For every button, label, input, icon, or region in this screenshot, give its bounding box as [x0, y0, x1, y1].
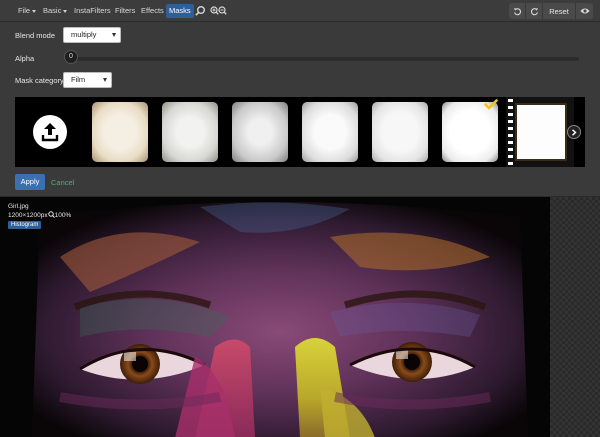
undo-icon: [513, 7, 521, 15]
upload-mask-button[interactable]: [15, 97, 85, 167]
history-buttons: Reset: [509, 3, 593, 19]
mask-thumb[interactable]: [506, 97, 574, 167]
mask-thumb[interactable]: [226, 97, 294, 167]
mask-category-select[interactable]: Film: [63, 72, 112, 88]
alpha-label: Alpha: [15, 54, 35, 63]
preview-button[interactable]: [576, 3, 593, 19]
photo: [0, 197, 550, 437]
mask-category-label: Mask category: [15, 76, 64, 85]
image-info: Girl.jpg 1200×1200px 100% Histogram: [8, 202, 71, 229]
menu-instafilters[interactable]: InstaFilters: [71, 4, 114, 18]
apply-button[interactable]: Apply: [15, 174, 45, 190]
upload-icon: [33, 115, 67, 149]
image-dimensions-zoom: 1200×1200px 100%: [8, 211, 71, 220]
mask-thumb[interactable]: [86, 97, 154, 167]
mask-thumb[interactable]: [366, 97, 434, 167]
select-arrow-icon: [112, 33, 116, 37]
painted-face-image: [0, 197, 550, 437]
blend-mode-label: Blend mode: [15, 31, 56, 40]
transparent-area: [550, 197, 600, 437]
search-icon[interactable]: [194, 5, 206, 17]
mask-thumb-selected[interactable]: [436, 97, 504, 167]
mask-thumb[interactable]: [156, 97, 224, 167]
blend-mode-select[interactable]: multiply: [63, 27, 121, 43]
mask-category-value: Film: [71, 75, 86, 84]
checkmark-icon: [484, 99, 498, 110]
cancel-button[interactable]: Cancel: [51, 178, 74, 187]
menu-file[interactable]: File: [15, 4, 39, 18]
image-dimensions: 1200×1200px: [8, 212, 48, 219]
mask-thumb[interactable]: [296, 97, 364, 167]
chevron-down-icon: [32, 9, 37, 13]
reset-button[interactable]: Reset: [543, 3, 576, 19]
menu-basic[interactable]: Basic: [40, 4, 70, 18]
redo-icon: [530, 7, 538, 15]
zoom-icon: [47, 211, 55, 218]
mask-thumbnail-strip: [15, 97, 585, 167]
alpha-slider-handle[interactable]: 0: [64, 50, 78, 64]
carousel-next-button[interactable]: [567, 125, 581, 139]
redo-button[interactable]: [526, 3, 543, 19]
blend-mode-value: multiply: [71, 30, 97, 39]
chevron-down-icon: [63, 9, 68, 13]
image-canvas[interactable]: Girl.jpg 1200×1200px 100% Histogram: [0, 196, 600, 437]
chevron-right-icon: [572, 128, 577, 136]
top-toolbar: File Basic InstaFilters Filters Effects …: [0, 0, 600, 22]
zoom-level: 100%: [54, 212, 72, 219]
histogram-button[interactable]: Histogram: [8, 221, 42, 229]
alpha-slider-track[interactable]: [64, 57, 579, 61]
menu-masks[interactable]: Masks: [166, 4, 194, 18]
masks-panel: Blend mode multiply Alpha 0 Mask categor…: [0, 22, 600, 195]
eye-icon: [580, 8, 589, 14]
zoom-out-icon[interactable]: [218, 5, 227, 17]
undo-button[interactable]: [509, 3, 526, 19]
image-filename: Girl.jpg: [8, 203, 29, 210]
menu-filters[interactable]: Filters: [112, 4, 138, 18]
select-arrow-icon: [103, 78, 107, 82]
menu-effects[interactable]: Effects: [138, 4, 167, 18]
